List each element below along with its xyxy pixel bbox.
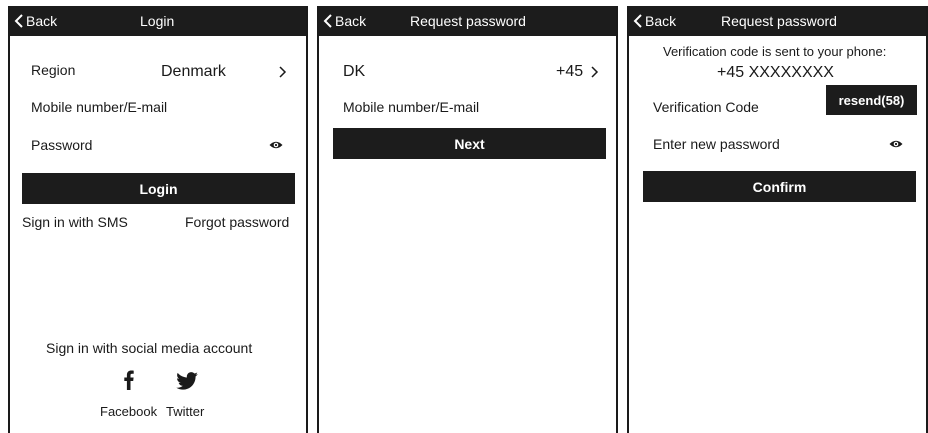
chevron-left-icon: [633, 14, 642, 28]
confirm-button[interactable]: Confirm: [643, 171, 916, 202]
country-code: DK: [343, 63, 366, 80]
login-screen: Back Login Region Denmark Mobile number/…: [8, 6, 308, 433]
page-title: Request password: [410, 13, 526, 29]
chevron-left-icon: [323, 14, 332, 28]
chevron-right-icon: [591, 66, 599, 78]
account-field[interactable]: Mobile number/E-mail: [343, 99, 479, 115]
back-button[interactable]: Back: [633, 6, 676, 36]
top-bar: Back Request password: [629, 6, 926, 36]
back-label: Back: [335, 13, 367, 29]
top-bar: Back Request password: [319, 6, 616, 36]
resend-button[interactable]: resend(58): [826, 85, 917, 115]
account-field[interactable]: Mobile number/E-mail: [31, 99, 167, 115]
chevron-left-icon: [14, 14, 23, 28]
back-button[interactable]: Back: [323, 6, 366, 36]
verification-screen: Back Request password Verification code …: [627, 6, 928, 433]
sms-login-link[interactable]: Sign in with SMS: [22, 214, 128, 230]
eye-icon[interactable]: [889, 139, 903, 149]
twitter-icon[interactable]: [176, 372, 198, 390]
forgot-password-link[interactable]: Forgot password: [185, 214, 289, 230]
next-button[interactable]: Next: [333, 128, 606, 159]
back-label: Back: [645, 13, 677, 29]
social-heading: Sign in with social media account: [46, 340, 253, 356]
page-title: Login: [140, 13, 175, 29]
login-button[interactable]: Login: [22, 173, 295, 204]
top-bar: Back Login: [10, 6, 306, 36]
verification-code-field[interactable]: Verification Code: [653, 99, 759, 115]
back-button[interactable]: Back: [14, 6, 57, 36]
region-value: Denmark: [161, 63, 226, 80]
chevron-right-icon: [279, 66, 287, 78]
request-password-screen: Back Request password DK +45 Mobile numb…: [317, 6, 618, 433]
facebook-icon[interactable]: [124, 370, 134, 390]
masked-phone-number: +45 XXXXXXXX: [717, 64, 834, 81]
password-field[interactable]: Password: [31, 137, 92, 153]
region-label: Region: [31, 62, 76, 78]
dial-code: +45: [556, 63, 584, 80]
back-label: Back: [26, 13, 58, 29]
eye-icon[interactable]: [269, 140, 283, 150]
twitter-label: Twitter: [166, 404, 205, 419]
code-sent-message: Verification code is sent to your phone:: [663, 44, 887, 59]
new-password-field[interactable]: Enter new password: [653, 136, 780, 152]
page-title: Request password: [721, 13, 837, 29]
facebook-label: Facebook: [100, 404, 158, 419]
